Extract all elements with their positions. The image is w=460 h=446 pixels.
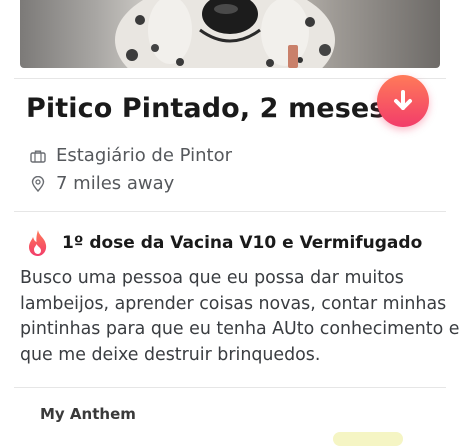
bio-line: lambeijos, aprender coisas novas, contar… (20, 293, 447, 314)
bio-line: pintinhas para que eu tenha AUto conheci… (20, 319, 460, 339)
collapse-profile-button[interactable] (377, 75, 429, 127)
divider-top (14, 78, 446, 79)
profile-photo[interactable] (20, 0, 440, 68)
briefcase-icon (30, 150, 46, 163)
dog-photo-illustration (115, 0, 335, 68)
distance-text: 7 miles away (56, 173, 175, 194)
divider-bottom (14, 387, 446, 388)
arrow-down-icon (394, 90, 412, 110)
bio-line: Busco uma pessoa que eu possa dar muitos (20, 268, 404, 288)
distance-row: 7 miles away (30, 173, 174, 194)
passion-row: 1º dose da Vacina V10 e Vermifugado (26, 229, 422, 257)
bio-text: Busco uma pessoa que eu possa dar muitos… (20, 266, 460, 368)
anthem-card-peek[interactable] (333, 432, 403, 446)
passion-text: 1º dose da Vacina V10 e Vermifugado (62, 233, 423, 253)
divider-middle (14, 211, 446, 212)
job-title: Estagiário de Pintor (56, 145, 232, 166)
bio-line: que me deixe destruir brinquedos. (20, 344, 321, 365)
profile-name-age: Pitico Pintado, 2 meses (26, 93, 386, 124)
job-row: Estagiário de Pintor (30, 145, 232, 166)
flame-icon (29, 230, 47, 256)
anthem-section-title: My Anthem (40, 405, 136, 423)
location-pin-icon (31, 175, 45, 192)
